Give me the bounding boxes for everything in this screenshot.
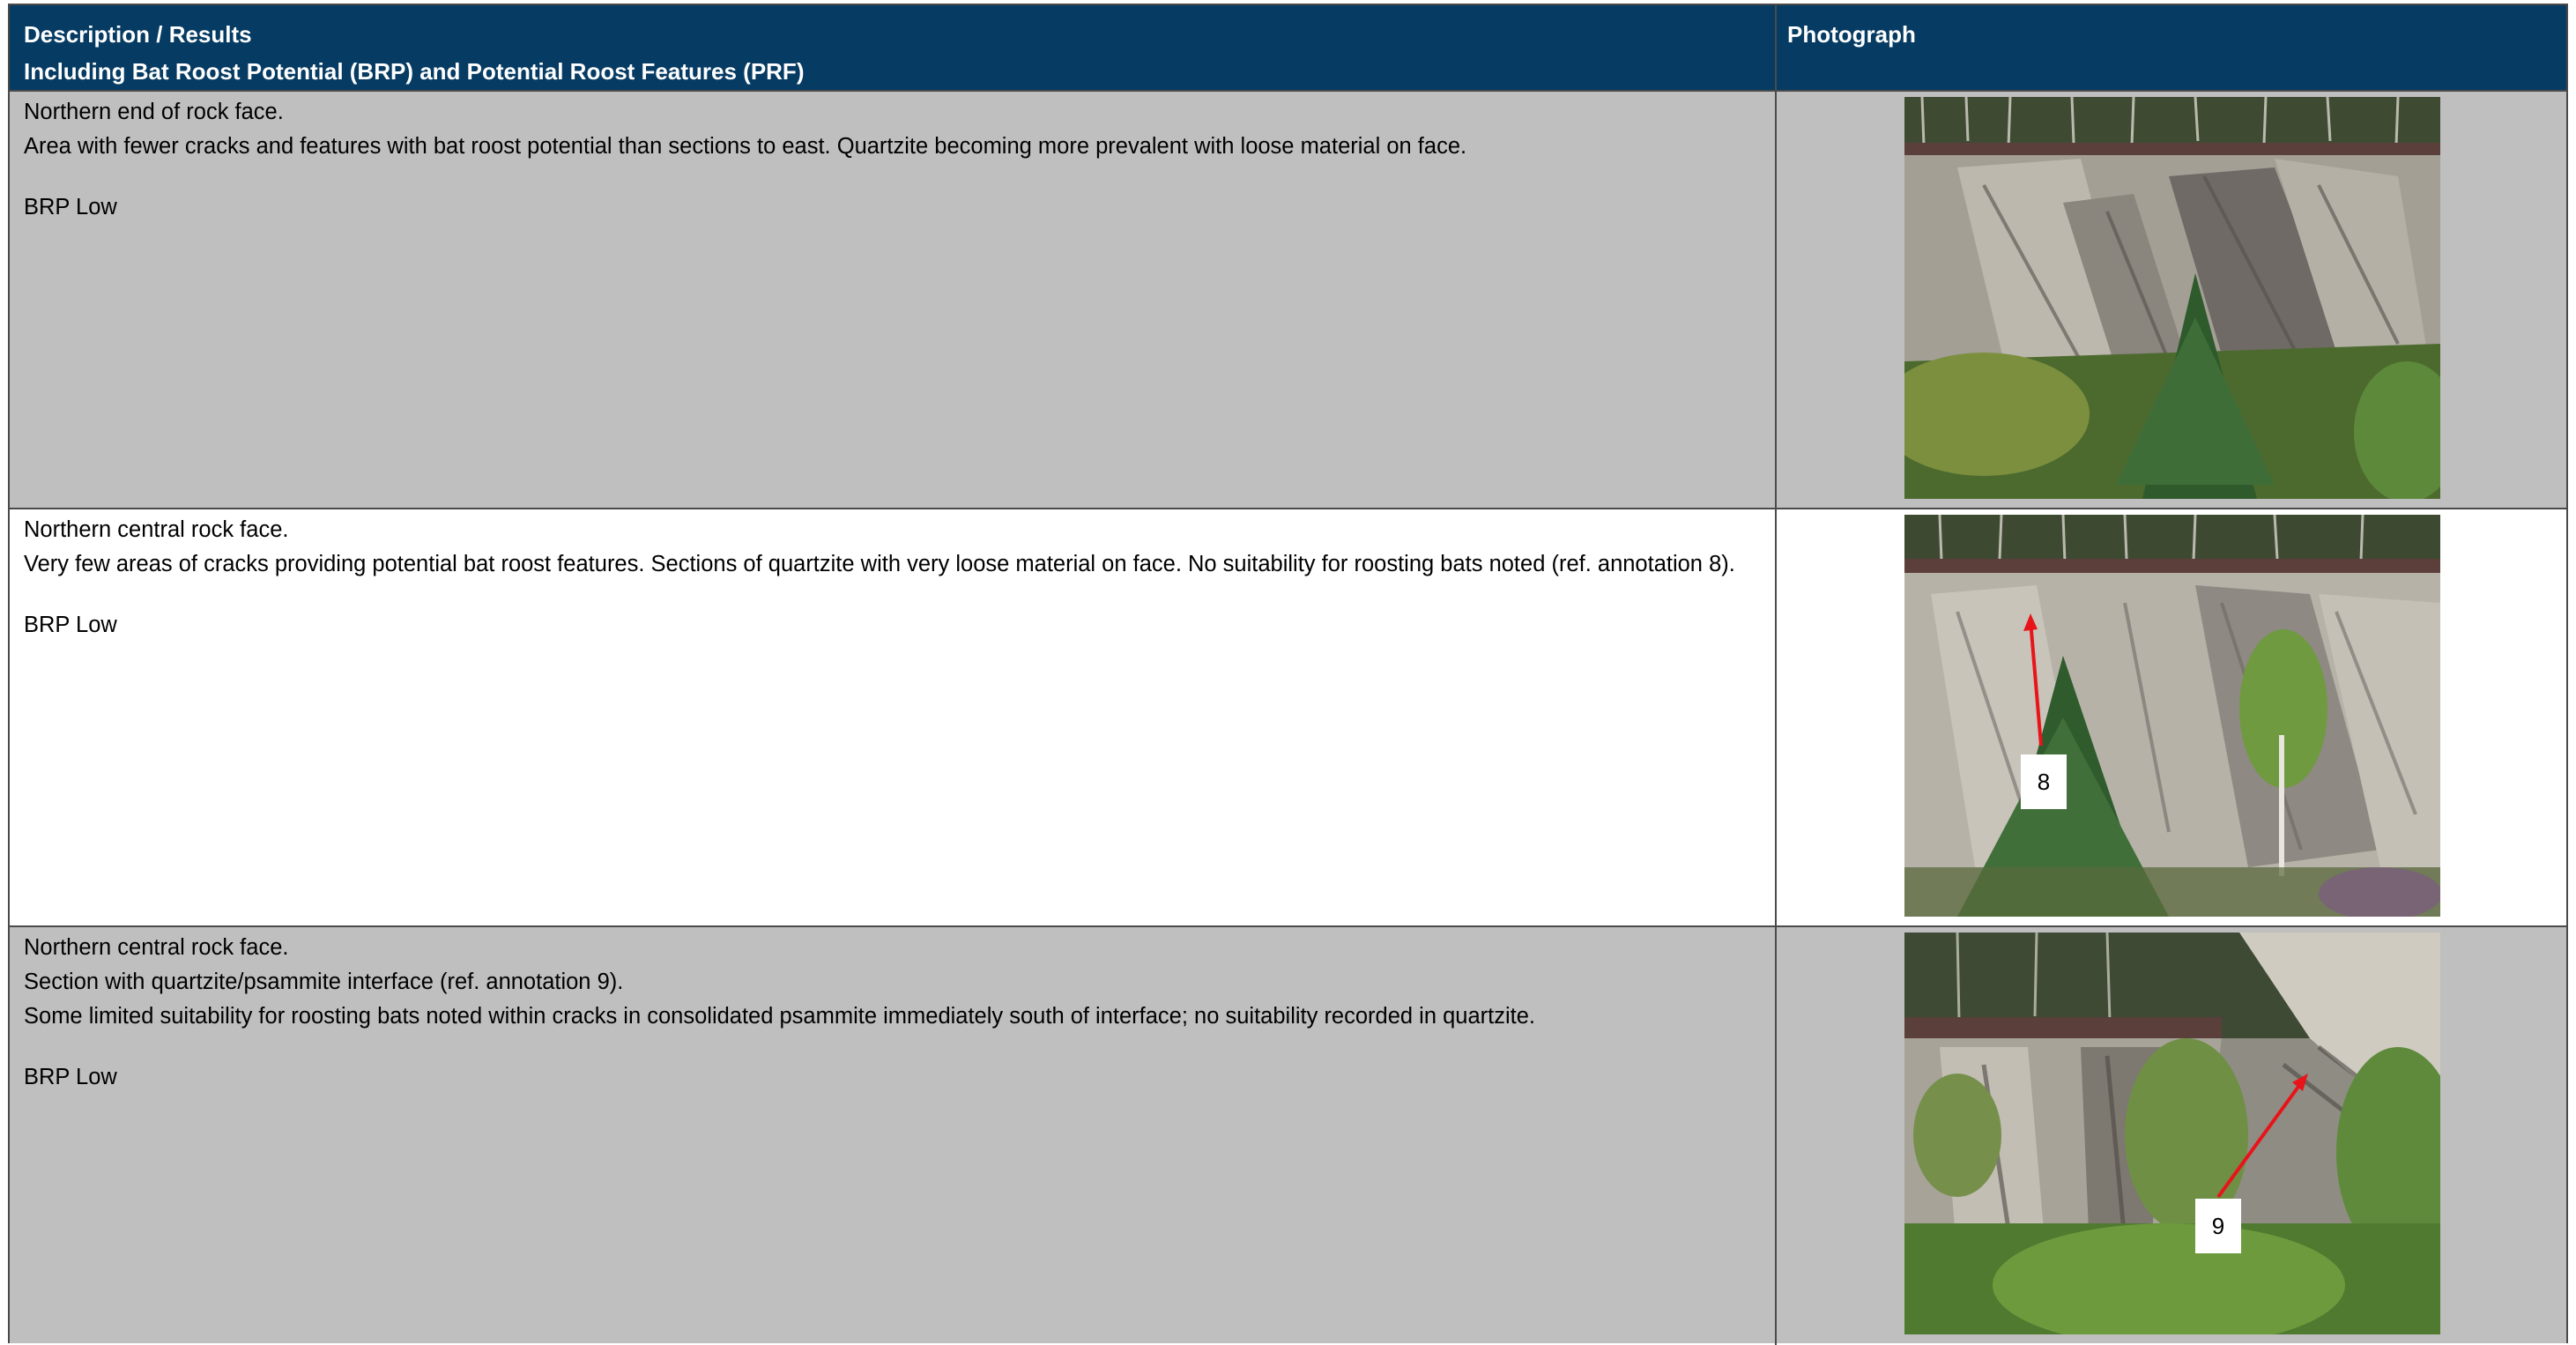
rock-face-photo xyxy=(1904,97,2440,499)
description-column-header: Description / Results Including Bat Roos… xyxy=(24,16,804,90)
description-detail: Section with quartzite/psammite interfac… xyxy=(24,970,624,994)
description-location: Northern end of rock face. xyxy=(24,100,284,124)
description-header-title: Description / Results xyxy=(24,21,252,48)
photograph-column-header: Photograph xyxy=(1787,21,1916,48)
column-divider xyxy=(1775,5,1777,1345)
description-location: Northern central rock face. xyxy=(24,935,289,960)
description-detail: Very few areas of cracks providing poten… xyxy=(24,552,1735,576)
description-location: Northern central rock face. xyxy=(24,517,289,542)
row-description: Northern central rock face. Section with… xyxy=(24,934,1751,1098)
annotation-label-9: 9 xyxy=(2195,1199,2241,1253)
description-detail: Some limited suitability for roosting ba… xyxy=(24,1004,1535,1029)
table-row: Northern central rock face. Section with… xyxy=(10,925,2566,1343)
rock-face-photo-annotated: 8 xyxy=(1904,515,2440,917)
row-description: Northern central rock face. Very few are… xyxy=(24,516,1751,646)
description-header-subtitle: Including Bat Roost Potential (BRP) and … xyxy=(24,58,805,85)
table-row: Northern end of rock face. Area with few… xyxy=(10,90,2566,508)
row-description: Northern end of rock face. Area with few… xyxy=(24,99,1751,228)
rock-face-photo-annotated: 9 xyxy=(1904,933,2440,1334)
survey-table: Description / Results Including Bat Roos… xyxy=(8,4,2568,1345)
table-header: Description / Results Including Bat Roos… xyxy=(10,5,2566,90)
description-detail: Area with fewer cracks and features with… xyxy=(24,134,1467,159)
brp-rating: BRP Low xyxy=(24,613,117,637)
brp-rating: BRP Low xyxy=(24,1065,117,1089)
brp-rating: BRP Low xyxy=(24,195,117,219)
annotation-label-8: 8 xyxy=(2021,754,2067,809)
table-row: Northern central rock face. Very few are… xyxy=(10,508,2566,925)
